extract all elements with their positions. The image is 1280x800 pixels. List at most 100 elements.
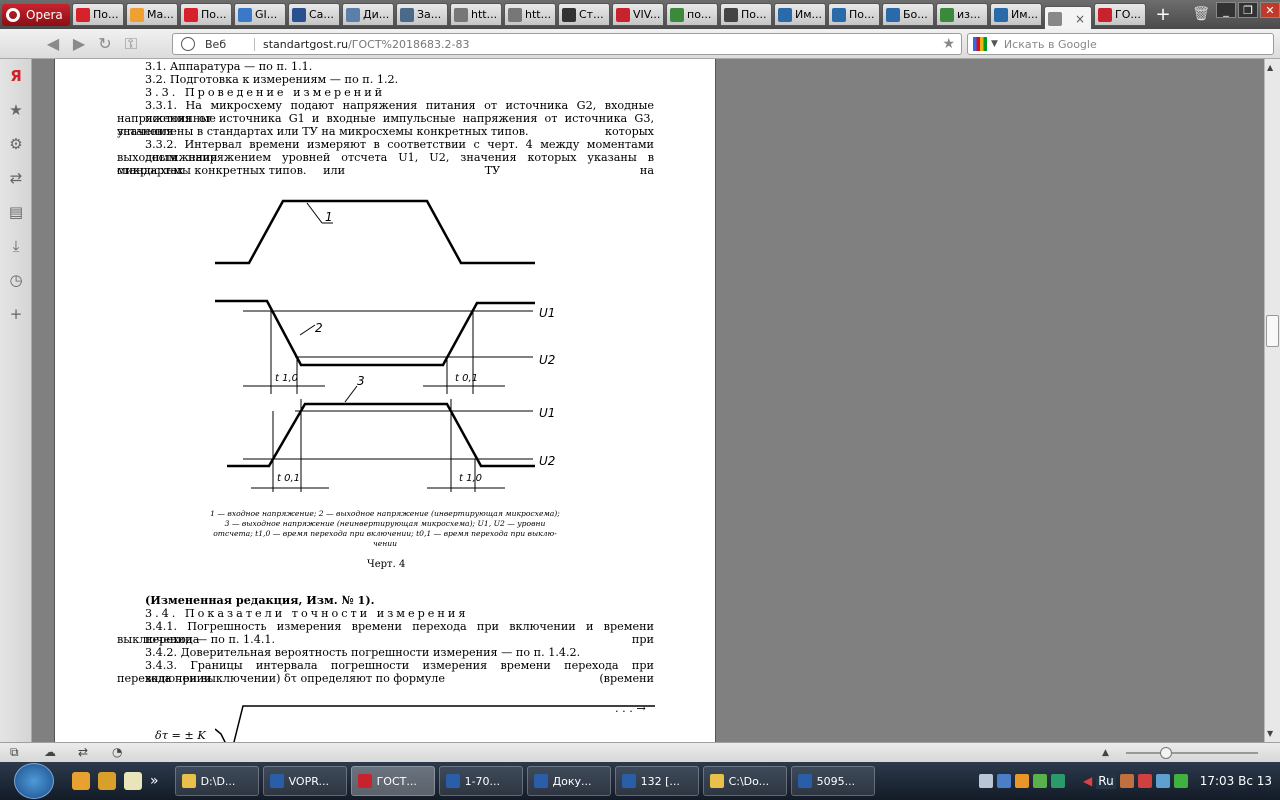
browser-tab[interactable]: Им... (990, 3, 1042, 26)
browser-tab[interactable]: За... (396, 3, 448, 26)
bookmarks-icon[interactable]: ★ (0, 93, 32, 127)
browser-tab[interactable]: Ди... (342, 3, 394, 26)
formula-radical (215, 705, 655, 742)
tray-icon[interactable] (1173, 774, 1188, 788)
para-3-2: 3.2. Подготовка к измерениям — по п. 1.2… (145, 73, 399, 86)
para-3-4-1-line2: выключении — по п. 1.4.1. (117, 633, 276, 646)
share-icon[interactable]: ⇄ (0, 161, 32, 195)
scroll-down-icon[interactable]: ▼ (1267, 729, 1273, 738)
vertical-scrollbar[interactable]: ▲ ▼ (1264, 59, 1280, 742)
browser-tab[interactable]: VIV... (612, 3, 664, 26)
bookmark-star-icon[interactable]: ★ (942, 36, 955, 52)
tray-icon[interactable] (1051, 774, 1066, 788)
tray-icon[interactable] (1015, 774, 1030, 788)
browser-tab[interactable]: Ст... (558, 3, 610, 26)
search-engine-dropdown-icon[interactable]: ▼ (991, 39, 998, 49)
zoom-up-icon[interactable]: ▲ (1102, 748, 1109, 758)
tray-icon[interactable] (979, 774, 994, 788)
tray-icon[interactable] (1119, 774, 1134, 788)
browser-tab[interactable]: По... (180, 3, 232, 26)
tab-label: Ст... (579, 8, 604, 21)
taskbar-button[interactable]: VOPR... (262, 766, 347, 796)
notes-icon[interactable]: ▤ (0, 195, 32, 229)
task-label: 132 [... (640, 774, 680, 788)
taskbar-button[interactable]: 5095... (790, 766, 875, 796)
unite-icon[interactable]: ⇄ (78, 745, 88, 759)
turbo-icon[interactable]: ◔ (112, 745, 122, 759)
tab-label: Им... (795, 8, 823, 21)
forward-icon[interactable]: ▶ (66, 34, 92, 53)
taskbar-button[interactable]: Доку... (526, 766, 611, 796)
taskbar-button[interactable]: ГОСТ... (350, 766, 435, 796)
tab-favicon-icon (994, 7, 1008, 22)
task-label: C:\Do... (728, 774, 770, 788)
task-app-icon (621, 774, 636, 788)
url-text[interactable]: standartgost.ru/ГОСТ%2018683.2-83 (263, 38, 469, 51)
browser-tab[interactable]: из... (936, 3, 988, 26)
clock[interactable]: 17:03 Вс 13 (1200, 774, 1272, 788)
tab-favicon-icon (670, 7, 684, 22)
browser-tab[interactable]: Им... (774, 3, 826, 26)
tray-icon[interactable] (1137, 774, 1152, 788)
start-button[interactable] (14, 763, 54, 799)
trash-icon[interactable]: 🗑 (1192, 6, 1210, 22)
formula-continuation: . . . → (615, 702, 646, 715)
quicklaunch-icon[interactable] (124, 772, 142, 790)
yandex-icon[interactable]: Я (0, 59, 32, 93)
waveform-figure: 1 2 3 U1 U2 U1 U2 t 1,0 t 0,1 t 0,1 t 1,… (215, 199, 555, 492)
browser-tab[interactable]: GI... (234, 3, 286, 26)
cloud-icon[interactable]: ☁ (44, 745, 56, 759)
quicklaunch-icon[interactable] (72, 772, 90, 790)
back-icon[interactable]: ◀ (40, 34, 66, 53)
taskbar-button[interactable]: 132 [... (614, 766, 699, 796)
para-3-4-3-line2: перехода при выключении) δτ определяют п… (117, 672, 446, 685)
browser-tab[interactable]: По... (720, 3, 772, 26)
add-panel-icon[interactable]: + (0, 297, 32, 331)
tab-label: По... (741, 8, 767, 21)
close-icon[interactable]: ✕ (1260, 2, 1280, 18)
close-tab-icon[interactable]: × (1072, 12, 1088, 26)
opera-menu-button[interactable]: Opera (2, 3, 70, 26)
reload-icon[interactable]: ↻ (92, 34, 118, 53)
quicklaunch-icon[interactable] (98, 772, 116, 790)
zoom-slider[interactable] (1126, 752, 1258, 754)
downloads-icon[interactable]: ⤓ (0, 229, 32, 263)
tab-favicon-icon (886, 7, 900, 22)
browser-tab[interactable]: По... (72, 3, 124, 26)
search-field[interactable]: ▼ Искать в Google (967, 33, 1274, 55)
task-label: 1-70... (464, 774, 501, 788)
restore-icon[interactable]: ❐ (1238, 2, 1258, 18)
browser-tab[interactable]: htt... (450, 3, 502, 26)
tray-icon[interactable] (1033, 774, 1048, 788)
taskbar-button[interactable]: D:\D... (174, 766, 259, 796)
key-icon[interactable]: ⚿ (118, 34, 144, 54)
browser-tab[interactable]: по... (666, 3, 718, 26)
address-bar[interactable]: Веб standartgost.ru/ГОСТ%2018683.2-83 ★ (172, 33, 962, 55)
minimize-icon[interactable]: _ (1216, 2, 1236, 18)
speaker-icon[interactable]: ◀ (1083, 774, 1092, 788)
scroll-up-icon[interactable]: ▲ (1267, 63, 1273, 72)
taskbar-button[interactable]: 1-70... (438, 766, 523, 796)
browser-tab[interactable]: Са... (288, 3, 340, 26)
browser-tab[interactable]: Ма... (126, 3, 178, 26)
more-icon[interactable]: » (150, 773, 159, 789)
settings-icon[interactable]: ⚙ (0, 127, 32, 161)
browser-tab[interactable]: По... (828, 3, 880, 26)
browser-tab[interactable]: Бо... (882, 3, 934, 26)
url-host: standartgost.ru (263, 37, 349, 51)
tab-favicon-icon (76, 7, 90, 22)
tray-icon[interactable] (1155, 774, 1170, 788)
tab-favicon-icon (832, 7, 846, 22)
new-tab-icon[interactable]: + (1154, 4, 1172, 25)
task-app-icon (709, 774, 724, 788)
language-indicator[interactable]: Ru (1096, 773, 1116, 789)
taskbar-button[interactable]: C:\Do... (702, 766, 787, 796)
history-icon[interactable]: ◷ (0, 263, 32, 297)
tray-icon[interactable] (997, 774, 1012, 788)
panel-toggle-icon[interactable]: ⧉ (10, 745, 19, 760)
browser-tab[interactable]: htt... (504, 3, 556, 26)
browser-tab[interactable]: ГО... (1094, 3, 1146, 26)
google-icon (973, 37, 987, 51)
zoom-slider-knob[interactable] (1160, 747, 1172, 759)
scroll-thumb[interactable] (1266, 315, 1279, 347)
